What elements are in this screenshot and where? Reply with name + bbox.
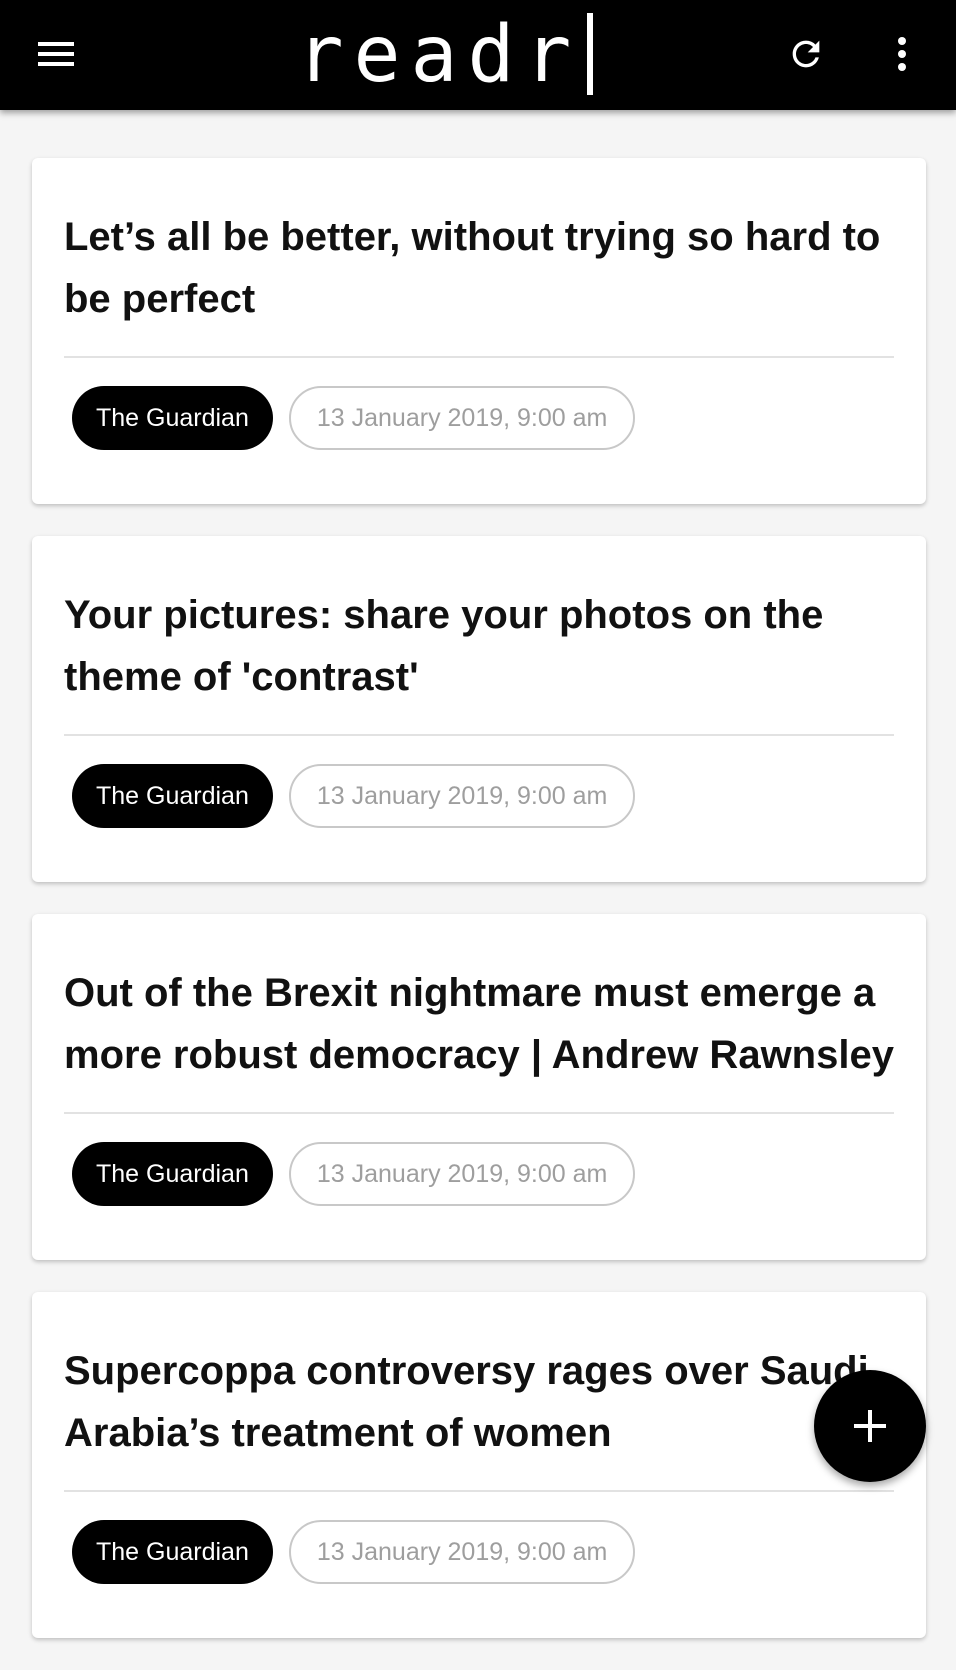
app-title-text: readr bbox=[296, 10, 582, 100]
article-meta: The Guardian 13 January 2019, 9:00 am bbox=[64, 1520, 894, 1584]
refresh-icon bbox=[792, 40, 820, 68]
card-divider bbox=[64, 356, 894, 358]
card-divider bbox=[64, 734, 894, 736]
date-chip: 13 January 2019, 9:00 am bbox=[288, 1142, 636, 1206]
plus-icon bbox=[854, 1410, 886, 1442]
article-title[interactable]: Let’s all be better, without trying so h… bbox=[64, 206, 894, 330]
date-chip: 13 January 2019, 9:00 am bbox=[288, 764, 636, 828]
article-feed: Let’s all be better, without trying so h… bbox=[32, 158, 926, 1670]
source-chip[interactable]: The Guardian bbox=[72, 386, 273, 450]
add-feed-button[interactable] bbox=[814, 1370, 926, 1482]
card-divider bbox=[64, 1490, 894, 1492]
article-title[interactable]: Supercoppa controversy rages over Saudi … bbox=[64, 1340, 894, 1464]
date-chip: 13 January 2019, 9:00 am bbox=[288, 386, 636, 450]
source-chip[interactable]: The Guardian bbox=[72, 1520, 273, 1584]
article-meta: The Guardian 13 January 2019, 9:00 am bbox=[64, 764, 894, 828]
date-chip: 13 January 2019, 9:00 am bbox=[288, 1520, 636, 1584]
app-title: readr bbox=[0, 10, 890, 100]
more-options-button[interactable] bbox=[870, 22, 934, 86]
title-cursor bbox=[587, 13, 594, 95]
refresh-button[interactable] bbox=[774, 22, 838, 86]
app-bar: readr bbox=[0, 0, 956, 110]
card-divider bbox=[64, 1112, 894, 1114]
article-card[interactable]: Your pictures: share your photos on the … bbox=[32, 536, 926, 882]
article-meta: The Guardian 13 January 2019, 9:00 am bbox=[64, 1142, 894, 1206]
article-card[interactable]: Out of the Brexit nightmare must emerge … bbox=[32, 914, 926, 1260]
article-meta: The Guardian 13 January 2019, 9:00 am bbox=[64, 386, 894, 450]
source-chip[interactable]: The Guardian bbox=[72, 1142, 273, 1206]
article-card[interactable]: Supercoppa controversy rages over Saudi … bbox=[32, 1292, 926, 1638]
source-chip[interactable]: The Guardian bbox=[72, 764, 273, 828]
article-card[interactable]: Let’s all be better, without trying so h… bbox=[32, 158, 926, 504]
article-title[interactable]: Your pictures: share your photos on the … bbox=[64, 584, 894, 708]
article-title[interactable]: Out of the Brexit nightmare must emerge … bbox=[64, 962, 894, 1086]
more-vert-icon bbox=[898, 37, 906, 71]
